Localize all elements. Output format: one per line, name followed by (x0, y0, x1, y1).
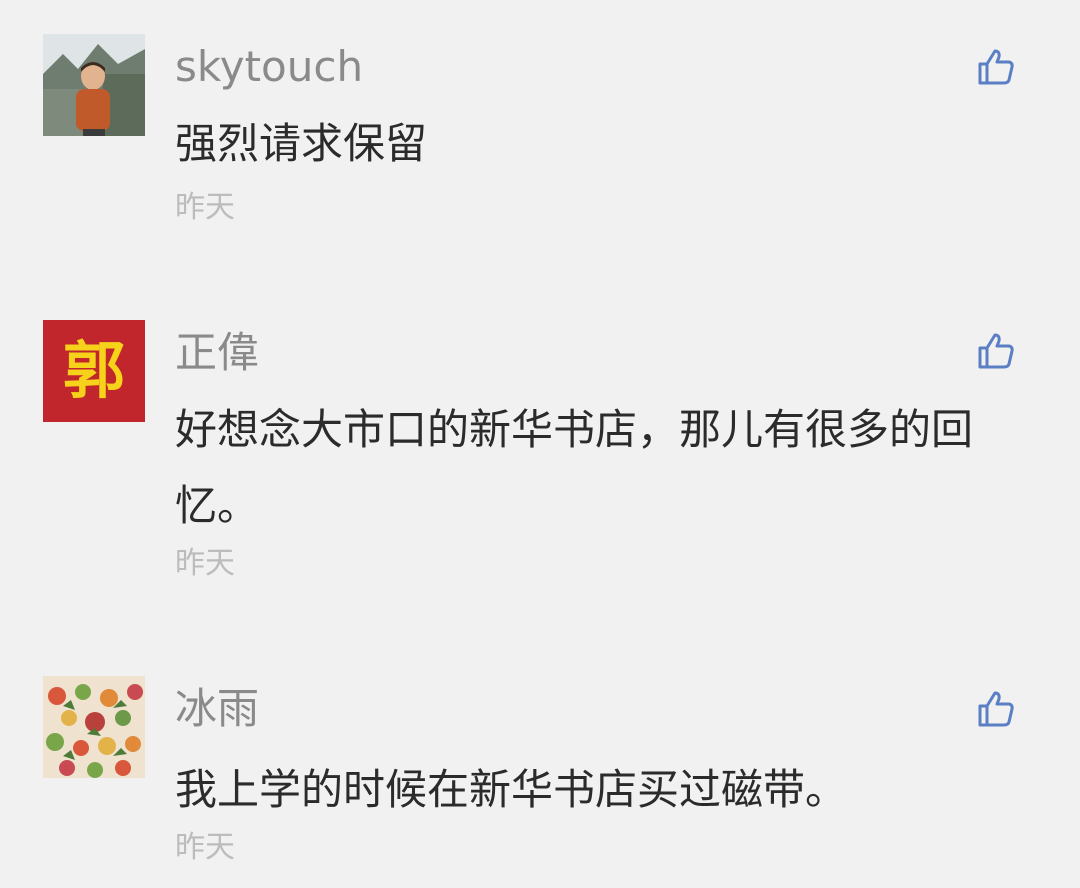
like-button[interactable] (976, 689, 1016, 729)
username[interactable]: 正偉 (175, 328, 259, 378)
timestamp: 昨天 (175, 190, 235, 225)
avatar[interactable]: 郭 (43, 320, 145, 422)
comment-text: 我上学的时候在新华书店买过磁带。 (175, 765, 848, 814)
timestamp: 昨天 (175, 830, 235, 865)
like-button[interactable] (976, 331, 1016, 371)
pattern-avatar-icon (43, 676, 145, 778)
avatar[interactable] (43, 34, 145, 136)
thumbs-up-icon (978, 333, 1014, 369)
thumbs-up-icon (978, 49, 1014, 85)
thumbs-up-icon (978, 691, 1014, 727)
timestamp: 昨天 (175, 546, 235, 581)
like-button[interactable] (976, 47, 1016, 87)
username[interactable]: 冰雨 (175, 684, 259, 734)
photo-avatar-child-icon (43, 34, 145, 136)
comment-text: 好想念大市口的新华书店，那儿有很多的回忆。 (175, 405, 974, 530)
red-seal-avatar-icon: 郭 (43, 320, 145, 422)
avatar[interactable] (43, 676, 145, 778)
comment-text: 强烈请求保留 (175, 119, 428, 168)
avatar-seal-text: 郭 (63, 334, 125, 407)
username[interactable]: skytouch (175, 42, 363, 92)
